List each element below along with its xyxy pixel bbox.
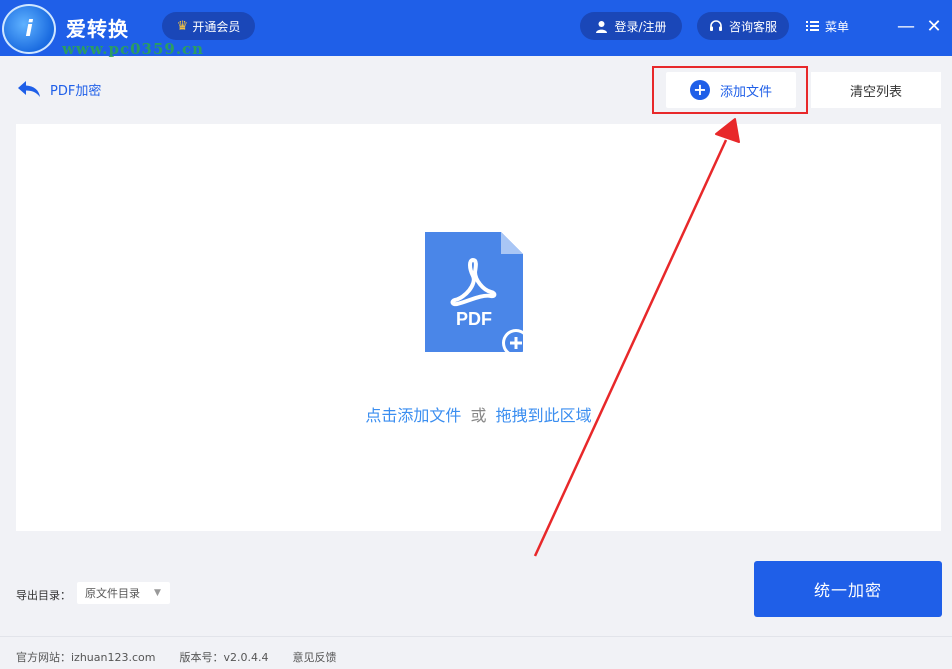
click-add-link[interactable]: 点击添加文件 [365,406,461,425]
page-title: PDF加密 [50,83,102,99]
add-file-label: 添加文件 [719,84,772,100]
clear-list-button[interactable]: 清空列表 [811,72,941,108]
breadcrumb[interactable]: PDF加密 [16,79,101,99]
export-directory-value: 原文件目录 [85,587,140,600]
feedback-link[interactable]: 意见反馈 [292,649,336,665]
pdf-file-icon[interactable]: PDF [425,232,523,352]
encrypt-all-button[interactable]: 统一加密 [754,561,942,617]
watermark-text: www.pc0359.cn [62,40,205,58]
website-text[interactable]: 官方网站：izhuan123.com [16,649,155,665]
or-text: 或 [470,406,487,425]
logo-text: i [25,16,33,42]
login-button[interactable]: 登录/注册 [580,12,682,40]
headset-icon [709,20,722,31]
version-text: 版本号：v2.0.4.4 [179,651,269,664]
vip-button[interactable]: ♛ 开通会员 [162,12,255,40]
chevron-down-icon: ▼ [154,588,161,598]
menu-label: 菜单 [825,19,850,34]
user-icon [596,20,608,33]
add-file-button[interactable]: + 添加文件 [666,72,796,108]
pdf-file-label: PDF [456,309,492,329]
crown-icon: ♛ [176,18,189,34]
minimize-button[interactable]: — [894,14,918,38]
file-drop-area[interactable]: PDF 点击添加文件 或 拖拽到此区域 [16,124,941,531]
footer: 官方网站：izhuan123.com 版本号：v2.0.4.4 意见反馈 [16,649,336,665]
vip-label: 开通会员 [192,19,241,34]
export-directory-select[interactable]: 原文件目录 ▼ [77,582,170,604]
login-label: 登录/注册 [614,19,667,34]
app-name: 爱转换 [66,17,129,41]
app-logo: i [2,4,56,54]
plus-circle-icon: + [689,80,710,100]
close-button[interactable]: ✕ [922,14,946,38]
drag-here-text: 拖拽到此区域 [495,406,592,425]
customer-service-button[interactable]: 咨询客服 [697,12,789,40]
title-bar: i 爱转换 ♛ 开通会员 登录/注册 咨询客服 菜单 — ✕ www.pc035… [0,0,952,58]
menu-list-icon [806,21,819,31]
export-directory-label: 导出目录： [16,589,71,602]
service-label: 咨询客服 [728,19,777,34]
drop-instructions: 点击添加文件 或 拖拽到此区域 [16,402,941,426]
menu-button[interactable]: 菜单 [806,14,866,38]
back-arrow-icon[interactable] [16,79,42,99]
footer-divider [0,636,952,637]
